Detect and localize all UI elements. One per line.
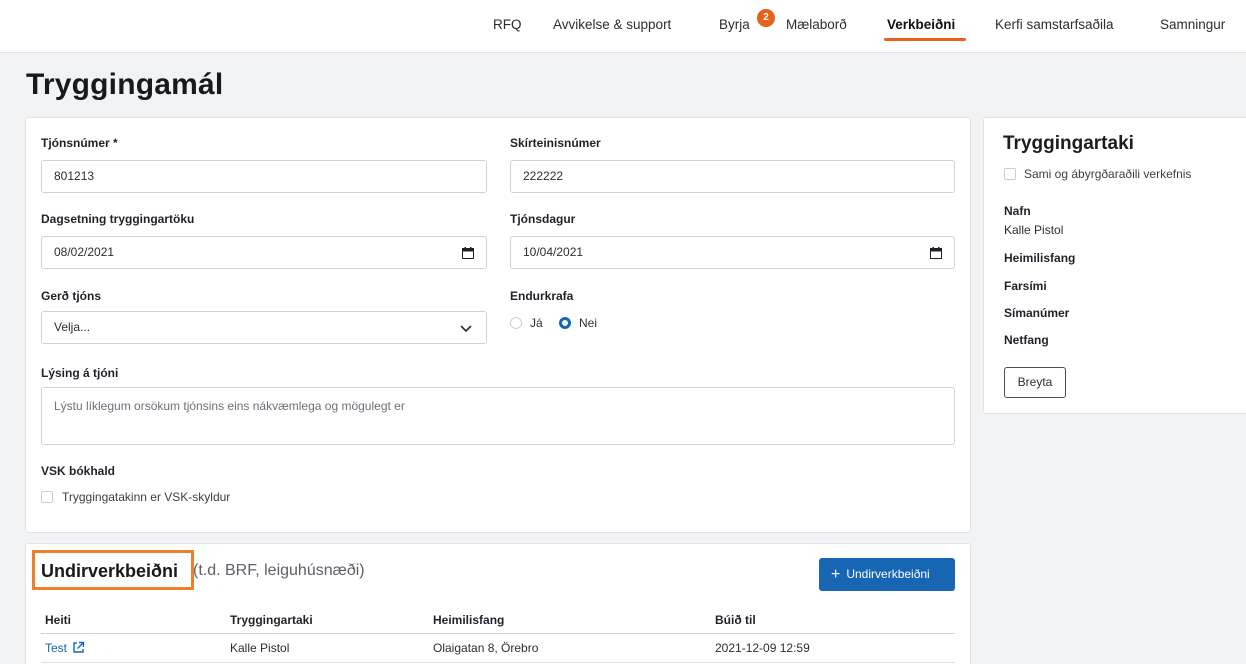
nav-item-verkbeidni[interactable]: Verkbeiðni xyxy=(887,17,955,32)
row-insured: Kalle Pistol xyxy=(230,641,290,655)
column-header-insured: Tryggingartaki xyxy=(230,613,313,627)
nav-item-maelabord[interactable]: Mælaborð xyxy=(786,17,847,32)
row-name: Test xyxy=(45,641,68,655)
claim-type-select[interactable]: Velja... xyxy=(41,311,487,344)
add-sub-request-button[interactable]: + Undirverkbeiðni xyxy=(819,558,955,591)
same-as-responsible-checkbox[interactable] xyxy=(1004,168,1016,180)
claim-type-value: Velja... xyxy=(54,320,91,334)
certificate-number-input[interactable]: 222222 xyxy=(510,160,955,193)
column-header-created: Búið til xyxy=(715,613,756,627)
highlight-box xyxy=(32,550,194,590)
calendar-icon[interactable] xyxy=(930,247,942,259)
claim-type-label: Gerð tjóns xyxy=(41,289,102,303)
sub-requests-hint: (t.d. BRF, leiguhúsnæði) xyxy=(193,562,365,579)
table-header-divider xyxy=(41,633,955,634)
table-row-divider xyxy=(41,662,955,663)
insurance-date-label: Dagsetning tryggingartöku xyxy=(41,212,195,226)
description-textarea[interactable]: Lýstu líklegum orsökum tjónsins eins nák… xyxy=(41,387,955,445)
nav-item-avvikelse-support[interactable]: Avvikelse & support xyxy=(553,17,671,32)
insured-name-value: Kalle Pistol xyxy=(1004,223,1064,237)
row-created: 2021-12-09 12:59 xyxy=(715,641,810,655)
active-tab-indicator xyxy=(884,38,966,41)
calendar-icon[interactable] xyxy=(462,247,474,259)
top-navigation: RFQ Avvikelse & support Byrja 2 Mælaborð… xyxy=(0,0,1246,53)
claim-date-label: Tjónsdagur xyxy=(510,212,576,226)
description-label: Lýsing á tjóni xyxy=(41,366,119,380)
edit-insured-button[interactable]: Breyta xyxy=(1004,367,1066,398)
claim-number-label: Tjónsnúmer * xyxy=(41,136,118,150)
recourse-no-radio[interactable] xyxy=(559,317,571,329)
insured-email-label: Netfang xyxy=(1004,333,1049,347)
recourse-label: Endurkrafa xyxy=(510,289,574,303)
insurance-date-value: 08/02/2021 xyxy=(54,245,115,259)
add-sub-request-label: Undirverkbeiðni xyxy=(846,567,930,581)
insured-name-label: Nafn xyxy=(1004,204,1031,218)
certificate-number-label: Skírteinisnúmer xyxy=(510,136,601,150)
same-as-responsible-label: Sami og ábyrgðaraðili verkefnis xyxy=(1024,167,1192,181)
nav-item-rfq[interactable]: RFQ xyxy=(493,17,522,32)
claim-date-input[interactable]: 10/04/2021 xyxy=(510,236,955,269)
insured-phone-label: Símanúmer xyxy=(1004,306,1070,320)
vat-checkbox[interactable] xyxy=(41,491,53,503)
row-name-link[interactable]: Test xyxy=(45,641,85,655)
insured-title: Tryggingartaki xyxy=(1003,133,1134,154)
recourse-yes-label: Já xyxy=(530,316,543,330)
row-address: Olaigatan 8, Örebro xyxy=(433,641,539,655)
vat-label: VSK bókhald xyxy=(41,464,116,478)
claim-date-value: 10/04/2021 xyxy=(523,245,584,259)
nav-item-samningur[interactable]: Samningur xyxy=(1160,17,1225,32)
external-link-icon xyxy=(73,641,85,653)
insured-address-label: Heimilisfang xyxy=(1004,251,1076,265)
page-title: Tryggingamál xyxy=(26,68,224,101)
nav-item-byrja[interactable]: Byrja xyxy=(719,17,750,32)
insurance-date-input[interactable]: 08/02/2021 xyxy=(41,236,487,269)
column-header-address: Heimilisfang xyxy=(433,613,505,627)
plus-icon: + xyxy=(831,566,841,583)
notification-badge: 2 xyxy=(757,9,775,27)
recourse-yes-radio[interactable] xyxy=(510,317,522,329)
insured-mobile-label: Farsími xyxy=(1004,279,1047,293)
recourse-no-label: Nei xyxy=(579,316,598,330)
vat-checkbox-label: Tryggingatakinn er VSK-skyldur xyxy=(62,490,231,504)
claim-number-input[interactable]: 801213 xyxy=(41,160,487,193)
chevron-down-icon xyxy=(460,325,472,333)
nav-item-kerfi-samstarfsadila[interactable]: Kerfi samstarfsaðila xyxy=(995,17,1114,32)
column-header-name: Heiti xyxy=(45,613,72,627)
